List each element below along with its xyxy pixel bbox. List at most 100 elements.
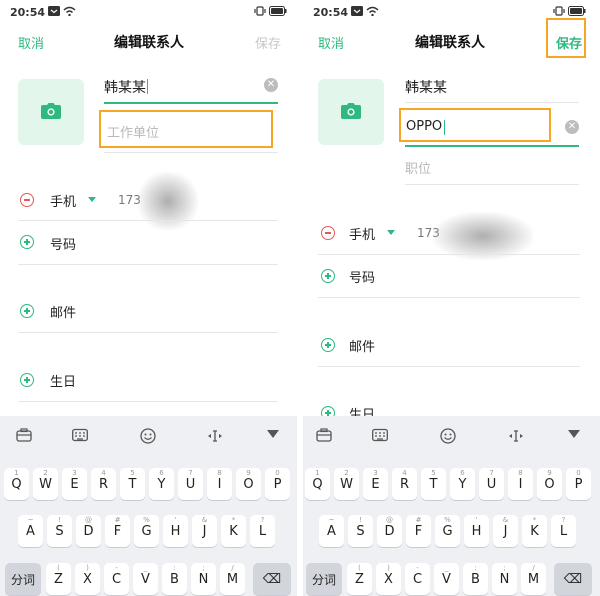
key-y[interactable]: 6Y <box>149 468 174 500</box>
key-p[interactable]: 0P <box>566 468 591 500</box>
cursor-move-icon[interactable] <box>207 428 223 444</box>
name-field[interactable]: 韩某某 <box>405 77 447 97</box>
key-a[interactable]: ~ A <box>319 515 344 547</box>
key-j[interactable]: & J <box>192 515 217 547</box>
key-s[interactable]: ! S <box>47 515 72 547</box>
key-c[interactable]: -C <box>405 563 430 595</box>
key-n[interactable]: ; N <box>492 563 517 595</box>
key-h[interactable]: ' H <box>163 515 188 547</box>
key-x[interactable]: ) X <box>376 563 401 595</box>
key-b[interactable]: :B <box>463 563 488 595</box>
briefcase-icon[interactable] <box>16 428 32 444</box>
key-u[interactable]: 7U <box>178 468 203 500</box>
key-w[interactable]: 2W <box>334 468 359 500</box>
page-title: 编辑联系人 <box>114 35 184 51</box>
dropdown-arrow-icon[interactable] <box>387 230 395 235</box>
briefcase-icon[interactable] <box>316 428 332 444</box>
phone-type-label[interactable]: 手机 <box>349 224 375 243</box>
save-button[interactable]: 保存 <box>255 33 281 52</box>
key-k[interactable]: * K <box>522 515 547 547</box>
key-v[interactable]: _ V <box>434 563 459 595</box>
key-u[interactable]: 7U <box>479 468 504 500</box>
key-letter: M <box>226 572 239 587</box>
cancel-button[interactable]: 取消 <box>18 33 44 52</box>
key-l[interactable]: ? L <box>250 515 275 547</box>
key-r[interactable]: 4R <box>392 468 417 500</box>
add-birthday-icon[interactable] <box>20 373 34 387</box>
key-z[interactable]: (Z <box>46 563 71 595</box>
key-x[interactable]: ) X <box>75 563 100 595</box>
collapse-keyboard-icon[interactable] <box>265 428 281 444</box>
key-symbol-hint: ( <box>57 564 60 572</box>
key-t[interactable]: 5T <box>120 468 145 500</box>
key-y[interactable]: 6Y <box>450 468 475 500</box>
segment-key[interactable]: 分词 <box>5 563 41 595</box>
add-number-icon[interactable] <box>20 235 34 249</box>
add-photo-button[interactable] <box>18 79 84 145</box>
position-field[interactable]: 职位 <box>405 158 431 177</box>
keyboard-icon[interactable] <box>72 428 88 444</box>
key-t[interactable]: 5T <box>421 468 446 500</box>
phone-type-label[interactable]: 手机 <box>50 191 76 210</box>
dropdown-arrow-icon[interactable] <box>88 197 96 202</box>
key-s[interactable]: ! S <box>348 515 373 547</box>
key-d[interactable]: @ D <box>76 515 101 547</box>
key-o[interactable]: 9O <box>537 468 562 500</box>
key-i[interactable]: 8I <box>207 468 232 500</box>
company-field[interactable]: OPPO <box>399 108 551 142</box>
delete-key[interactable]: ⌫ <box>554 563 592 595</box>
key-j[interactable]: & J <box>493 515 518 547</box>
remove-phone-icon[interactable] <box>321 226 335 240</box>
key-c[interactable]: -C <box>104 563 129 595</box>
add-birthday-label[interactable]: 生日 <box>50 371 76 390</box>
collapse-keyboard-icon[interactable] <box>566 428 582 444</box>
add-email-label[interactable]: 邮件 <box>50 302 76 321</box>
key-p[interactable]: 0P <box>265 468 290 500</box>
key-g[interactable]: % G <box>134 515 159 547</box>
cancel-button[interactable]: 取消 <box>318 33 344 52</box>
key-h[interactable]: ' H <box>464 515 489 547</box>
keyboard-icon[interactable] <box>372 428 388 444</box>
key-o[interactable]: 9O <box>236 468 261 500</box>
add-number-label[interactable]: 号码 <box>50 234 76 253</box>
key-r[interactable]: 4R <box>91 468 116 500</box>
add-number-icon[interactable] <box>321 269 335 283</box>
key-a[interactable]: ~ A <box>18 515 43 547</box>
key-m[interactable]: / M <box>220 563 245 595</box>
key-l[interactable]: ? L <box>551 515 576 547</box>
key-b[interactable]: :B <box>162 563 187 595</box>
key-d[interactable]: @ D <box>377 515 402 547</box>
segment-key[interactable]: 分词 <box>306 563 342 595</box>
key-z[interactable]: (Z <box>347 563 372 595</box>
key-symbol-hint: ( <box>358 564 361 572</box>
add-email-icon[interactable] <box>20 304 34 318</box>
add-photo-button[interactable] <box>318 79 384 145</box>
cursor-move-icon[interactable] <box>508 428 524 444</box>
key-w[interactable]: 2W <box>33 468 58 500</box>
key-e[interactable]: 3E <box>62 468 87 500</box>
save-button[interactable]: 保存 <box>546 18 586 58</box>
key-q[interactable]: 1Q <box>4 468 29 500</box>
key-f[interactable]: # F <box>406 515 431 547</box>
clear-company-button[interactable]: ✕ <box>565 120 579 134</box>
key-e[interactable]: 3E <box>363 468 388 500</box>
clear-name-button[interactable]: ✕ <box>264 78 278 92</box>
key-i[interactable]: 8I <box>508 468 533 500</box>
remove-phone-icon[interactable] <box>20 193 34 207</box>
emoji-icon[interactable] <box>440 428 456 444</box>
emoji-icon[interactable] <box>140 428 156 444</box>
key-f[interactable]: # F <box>105 515 130 547</box>
key-m[interactable]: / M <box>521 563 546 595</box>
key-q[interactable]: 1Q <box>305 468 330 500</box>
key-v[interactable]: _ V <box>133 563 158 595</box>
add-email-label[interactable]: 邮件 <box>349 336 375 355</box>
key-letter: A <box>327 524 336 539</box>
key-g[interactable]: % G <box>435 515 460 547</box>
delete-key[interactable]: ⌫ <box>253 563 291 595</box>
add-number-label[interactable]: 号码 <box>349 267 375 286</box>
key-n[interactable]: ; N <box>191 563 216 595</box>
key-k[interactable]: * K <box>221 515 246 547</box>
name-field[interactable]: 韩某某 <box>104 77 148 97</box>
company-field[interactable]: 工作单位 <box>99 110 273 148</box>
add-email-icon[interactable] <box>321 338 335 352</box>
